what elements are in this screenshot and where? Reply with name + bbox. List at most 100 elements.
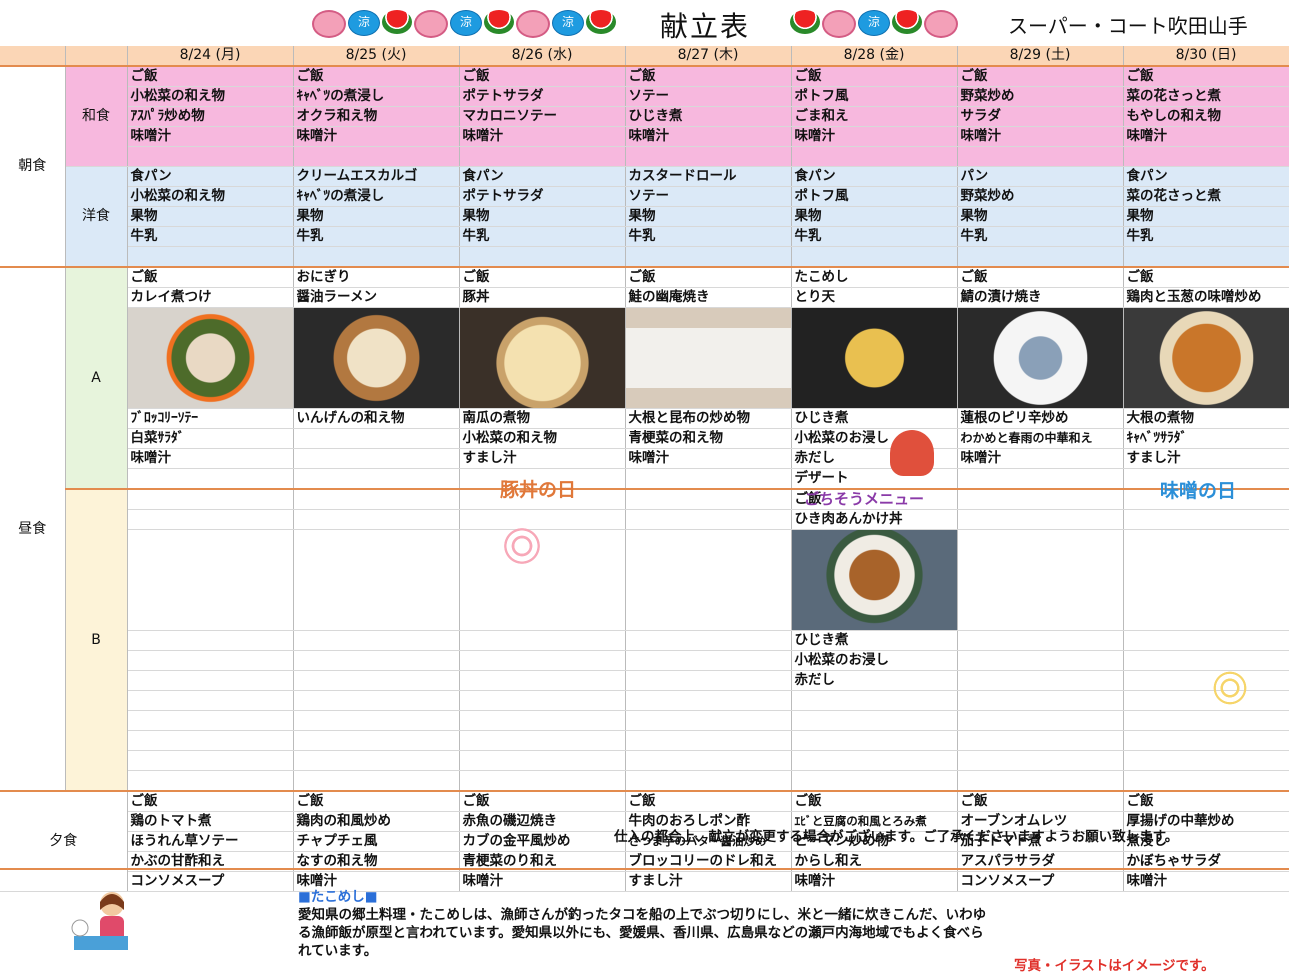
menu-item bbox=[957, 488, 1124, 510]
day-header: 8/24 (月) bbox=[127, 46, 294, 67]
section-label-japanese: 和食 bbox=[65, 66, 128, 167]
menu-item: 牛乳 bbox=[1123, 226, 1289, 247]
menu-item bbox=[625, 488, 792, 510]
food-photo bbox=[957, 307, 1124, 409]
menu-item: 大根と昆布の炒め物 bbox=[625, 408, 792, 429]
meal-label-breakfast: 朝食 bbox=[0, 66, 66, 268]
menu-item: ひじき煮 bbox=[791, 408, 958, 429]
menu-item: ポテトサラダ bbox=[459, 186, 626, 207]
page-title: 献立表 bbox=[660, 10, 751, 43]
menu-item bbox=[957, 710, 1124, 731]
menu-item: カスタードロール bbox=[625, 166, 792, 187]
menu-item: 果物 bbox=[957, 206, 1124, 227]
menu-item bbox=[791, 770, 958, 792]
menu-item bbox=[127, 770, 294, 792]
menu-item bbox=[1123, 509, 1289, 530]
menu-item bbox=[127, 468, 294, 490]
fish-kite-icon bbox=[516, 10, 550, 38]
food-photo bbox=[791, 307, 958, 409]
menu-item: 味噌汁 bbox=[957, 126, 1124, 147]
food-photo-image bbox=[791, 530, 956, 630]
fan-icon: 涼 bbox=[858, 10, 890, 36]
menu-item bbox=[625, 509, 792, 530]
menu-item: ほうれん草ソテー bbox=[127, 831, 294, 852]
food-photo-image bbox=[625, 308, 790, 408]
menu-item bbox=[957, 730, 1124, 751]
menu-item: ｷｬﾍﾞﾂの煮浸し bbox=[293, 86, 460, 107]
menu-item bbox=[957, 529, 1124, 631]
menu-item bbox=[957, 650, 1124, 671]
day-header: 8/29 (土) bbox=[957, 46, 1124, 67]
menu-item bbox=[957, 770, 1124, 792]
menu-item bbox=[957, 630, 1124, 651]
food-photo bbox=[1123, 307, 1289, 409]
menu-item bbox=[625, 529, 792, 631]
food-photo-image bbox=[459, 308, 624, 408]
column-line-3: れています。 bbox=[298, 943, 378, 959]
menu-item: ご飯 bbox=[127, 790, 294, 812]
menu-item: 小松菜の和え物 bbox=[127, 186, 294, 207]
menu-item: 南瓜の煮物 bbox=[459, 408, 626, 429]
menu-item: ﾌﾞﾛｯｺﾘｰｿﾃｰ bbox=[127, 408, 294, 429]
octopus-icon bbox=[890, 430, 934, 476]
menu-item: たこめし bbox=[791, 266, 958, 288]
chef-illustration-icon bbox=[64, 884, 138, 958]
fish-kite-icon bbox=[924, 10, 958, 38]
section-label-a: A bbox=[65, 266, 128, 490]
menu-item: ひじき煮 bbox=[791, 630, 958, 651]
menu-item: すまし汁 bbox=[1123, 448, 1289, 469]
food-photo bbox=[459, 307, 626, 409]
menu-item bbox=[293, 690, 460, 711]
menu-item bbox=[459, 770, 626, 792]
menu-item bbox=[625, 670, 792, 691]
menu-item: 味噌汁 bbox=[1123, 126, 1289, 147]
menu-item bbox=[791, 710, 958, 731]
watermelon-icon bbox=[790, 10, 820, 34]
menu-item: ひじき煮 bbox=[625, 106, 792, 127]
menu-item bbox=[1123, 770, 1289, 792]
meal-label-lunch: 昼食 bbox=[0, 266, 66, 792]
menu-item: ご飯 bbox=[957, 66, 1124, 87]
menu-item: 味噌汁 bbox=[625, 448, 792, 469]
menu-item bbox=[293, 448, 460, 469]
menu-item: 大根の煮物 bbox=[1123, 408, 1289, 429]
menu-item: 鶏のトマト煮 bbox=[127, 811, 294, 832]
menu-item: ひき肉あんかけ丼 bbox=[791, 509, 958, 530]
menu-item: ご飯 bbox=[791, 66, 958, 87]
menu-item: カレイ煮つけ bbox=[127, 287, 294, 308]
menu-item: 野菜炒め bbox=[957, 86, 1124, 107]
menu-item bbox=[127, 670, 294, 691]
menu-item: カブの金平風炒め bbox=[459, 831, 626, 852]
menu-item bbox=[625, 690, 792, 711]
watermelon-icon bbox=[892, 10, 922, 34]
menu-item: ご飯 bbox=[625, 266, 792, 288]
menu-item: ソテー bbox=[625, 86, 792, 107]
menu-item bbox=[293, 428, 460, 449]
menu-item: 小松菜の和え物 bbox=[127, 86, 294, 107]
menu-item bbox=[127, 690, 294, 711]
fish-kite-icon bbox=[312, 10, 346, 38]
menu-item: ポテトサラダ bbox=[459, 86, 626, 107]
menu-item bbox=[293, 770, 460, 792]
menu-item: ポトフ風 bbox=[791, 86, 958, 107]
menu-item: 味噌汁 bbox=[791, 126, 958, 147]
menu-item: 牛乳 bbox=[791, 226, 958, 247]
food-photo-image bbox=[791, 308, 956, 408]
menu-item: オクラ和え物 bbox=[293, 106, 460, 127]
menu-item: ご飯 bbox=[791, 790, 958, 812]
menu-item: ご飯 bbox=[1123, 66, 1289, 87]
menu-item: ご飯 bbox=[459, 66, 626, 87]
menu-item: 食パン bbox=[791, 166, 958, 187]
gochisou-menu-banner: ごちそうメニュー bbox=[804, 490, 925, 508]
menu-item: ご飯 bbox=[293, 790, 460, 812]
menu-item bbox=[127, 630, 294, 651]
menu-item: 果物 bbox=[791, 206, 958, 227]
day-header: 8/28 (金) bbox=[791, 46, 958, 67]
menu-item: 小松菜の和え物 bbox=[459, 428, 626, 449]
menu-table: 8/24 (月) 8/25 (火) 8/26 (水) 8/27 (木) 8/28 (金)… bbox=[0, 46, 1289, 892]
menu-item bbox=[791, 246, 958, 268]
day-header: 8/25 (火) bbox=[293, 46, 460, 67]
menu-item: 果物 bbox=[1123, 206, 1289, 227]
menu-item: チャプチェ風 bbox=[293, 831, 460, 852]
menu-item: 味噌汁 bbox=[127, 448, 294, 469]
